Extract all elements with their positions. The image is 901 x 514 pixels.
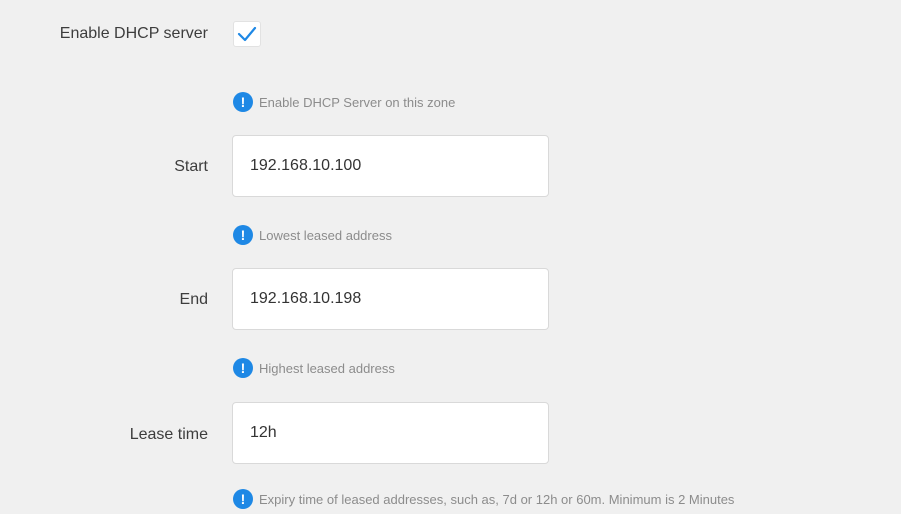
- start-label: Start: [174, 158, 208, 175]
- info-icon: !: [233, 225, 253, 245]
- end-hint: ! Highest leased address: [233, 358, 395, 378]
- checkmark-icon: [237, 26, 257, 42]
- lease-time-label: Lease time: [129, 426, 208, 443]
- lease-time-hint-text: Expiry time of leased addresses, such as…: [259, 491, 735, 507]
- start-address-input[interactable]: [232, 135, 549, 197]
- start-hint-text: Lowest leased address: [259, 227, 392, 243]
- lease-time-input[interactable]: [232, 402, 549, 464]
- end-label: End: [179, 291, 208, 308]
- start-hint: ! Lowest leased address: [233, 225, 392, 245]
- info-icon: !: [233, 92, 253, 112]
- end-hint-text: Highest leased address: [259, 360, 395, 376]
- enable-dhcp-hint-text: Enable DHCP Server on this zone: [259, 94, 456, 110]
- info-icon: !: [233, 489, 253, 509]
- end-address-input[interactable]: [232, 268, 549, 330]
- enable-dhcp-label: Enable DHCP server: [59, 25, 208, 42]
- info-icon: !: [233, 358, 253, 378]
- enable-dhcp-hint: ! Enable DHCP Server on this zone: [233, 92, 455, 112]
- lease-time-hint: ! Expiry time of leased addresses, such …: [233, 489, 734, 509]
- enable-dhcp-checkbox[interactable]: [233, 21, 261, 47]
- dhcp-settings-panel: Enable DHCP server ! Enable DHCP Server …: [0, 0, 901, 514]
